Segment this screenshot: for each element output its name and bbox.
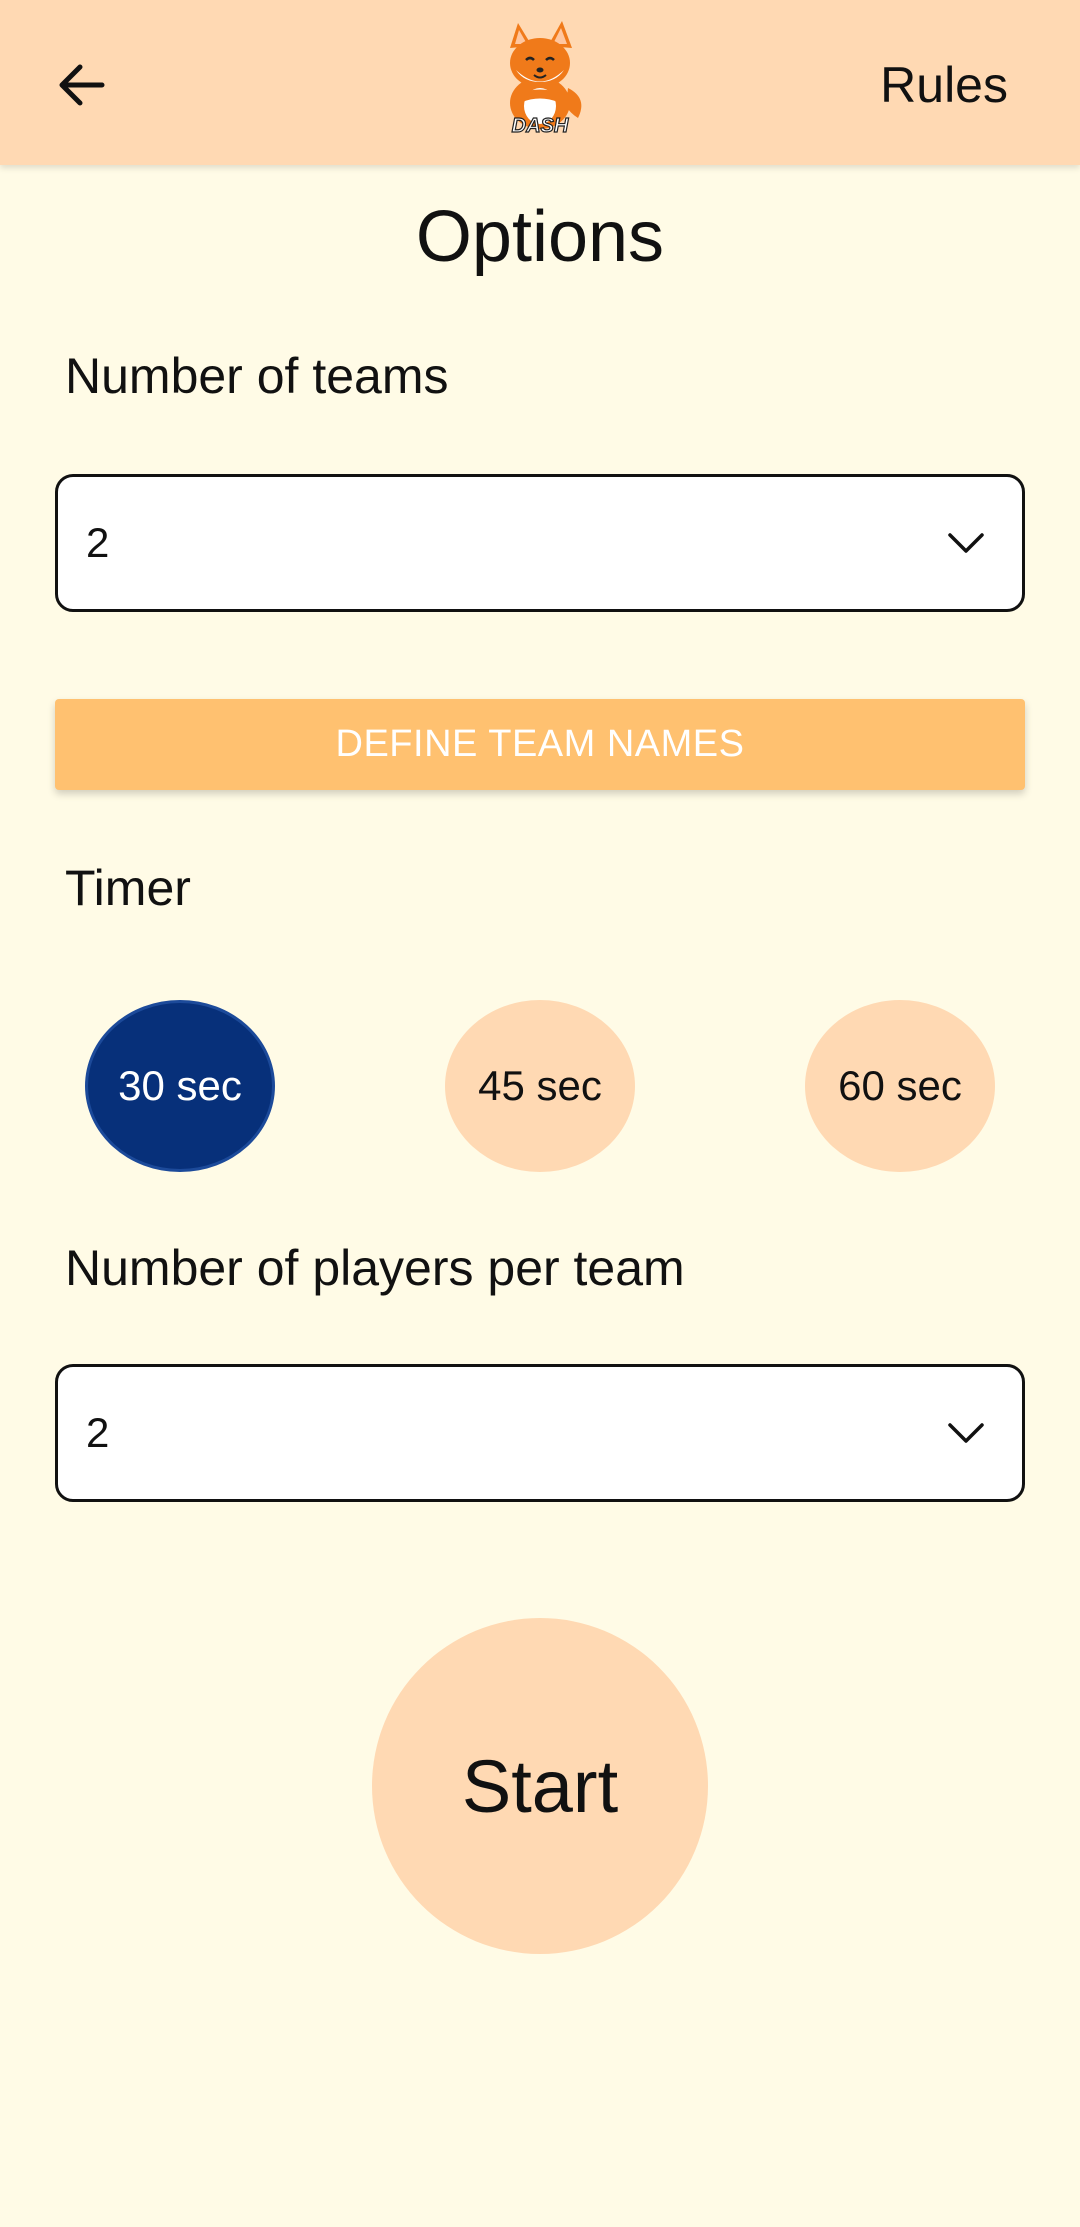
page-title: Options — [415, 197, 665, 277]
start-button[interactable]: Start — [372, 1618, 708, 1954]
define-team-names-button[interactable]: DEFINE TEAM NAMES — [55, 699, 1025, 790]
chevron-down-icon — [948, 1423, 984, 1443]
rules-button[interactable]: Rules — [880, 55, 1008, 115]
number-of-teams-value: 2 — [86, 519, 110, 566]
timer-label: Timer — [65, 860, 191, 916]
top-app-bar: DASH Rules — [0, 0, 1080, 165]
players-per-team-label: Number of players per team — [65, 1240, 685, 1296]
timer-option-45[interactable]: 45 sec — [445, 1000, 635, 1172]
chevron-down-icon — [948, 533, 984, 553]
options-screen: DASH Rules Options Number of teams 2 DEF… — [0, 0, 1080, 2227]
players-per-team-value: 2 — [86, 1409, 110, 1456]
timer-option-30[interactable]: 30 sec — [85, 1000, 275, 1172]
dash-fox-logo: DASH — [490, 18, 590, 138]
back-button[interactable] — [40, 45, 120, 125]
players-per-team-select[interactable]: 2 — [55, 1364, 1025, 1502]
timer-option-60[interactable]: 60 sec — [805, 1000, 995, 1172]
svg-text:DASH: DASH — [512, 115, 569, 137]
number-of-teams-label: Number of teams — [65, 348, 449, 404]
arrow-left-icon — [59, 64, 105, 106]
number-of-teams-select[interactable]: 2 — [55, 474, 1025, 612]
